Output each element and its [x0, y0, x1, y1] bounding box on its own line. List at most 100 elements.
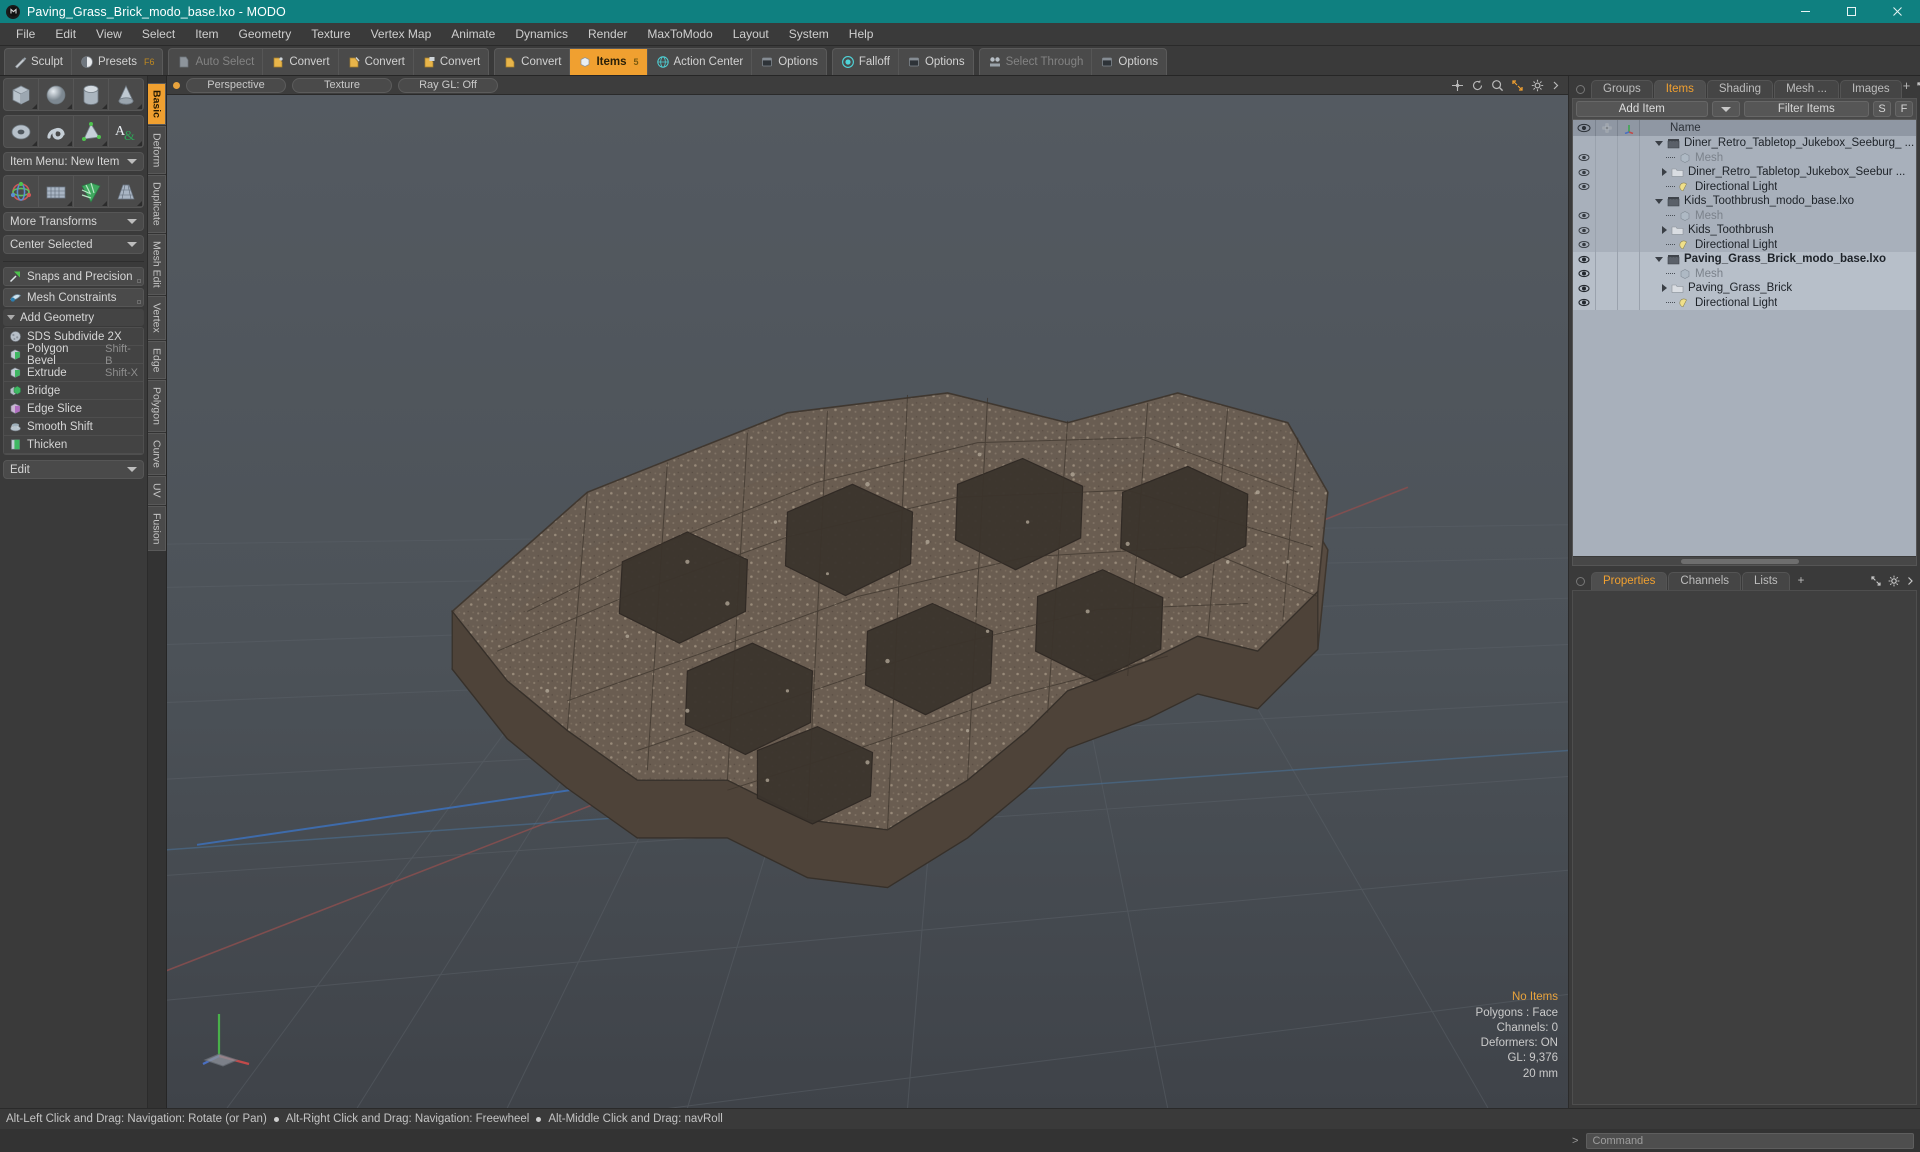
menu-item-texture[interactable]: Texture: [301, 24, 360, 44]
row-axis-toggle[interactable]: [1618, 281, 1640, 296]
vtab-deform[interactable]: Deform: [148, 126, 166, 175]
add-geometry-section-header[interactable]: Add Geometry: [3, 309, 144, 326]
table-row[interactable]: Paving_Grass_Brick: [1573, 281, 1916, 296]
tool-smooth-shift[interactable]: Smooth Shift: [4, 418, 143, 436]
row-visibility-toggle[interactable]: [1573, 208, 1596, 223]
add-item-button[interactable]: Add Item: [1576, 101, 1708, 117]
toolbar-options-button-1[interactable]: Options: [752, 49, 826, 75]
snaps-and-precision-button[interactable]: Snaps and Precision: [3, 267, 144, 286]
toolbar-presets-button[interactable]: Presets F6: [72, 49, 163, 75]
add-item-dropdown-button[interactable]: [1711, 101, 1740, 117]
menu-item-maxtomodo[interactable]: MaxToModo: [637, 24, 722, 44]
row-lock-toggle[interactable]: [1596, 194, 1618, 209]
row-visibility-toggle[interactable]: [1573, 136, 1596, 151]
vtab-mesh-edit[interactable]: Mesh Edit: [148, 234, 166, 295]
row-lock-toggle[interactable]: [1596, 252, 1618, 267]
primitive-cone-button[interactable]: [109, 79, 143, 110]
menu-item-geometry[interactable]: Geometry: [229, 24, 302, 44]
viewport-raygl-button[interactable]: Ray GL: Off: [398, 77, 498, 93]
row-visibility-toggle[interactable]: [1573, 179, 1596, 194]
gear-icon[interactable]: [1888, 575, 1900, 587]
row-visibility-toggle[interactable]: [1573, 252, 1596, 267]
center-selected-dropdown[interactable]: Center Selected: [3, 235, 144, 254]
toolbar-auto-select-button[interactable]: Auto Select: [169, 49, 264, 75]
vtab-vertex[interactable]: Vertex: [148, 295, 166, 340]
table-row[interactable]: Mesh: [1573, 266, 1916, 281]
move-view-icon[interactable]: [1451, 79, 1464, 92]
tree-column-axis[interactable]: [1618, 120, 1640, 136]
more-transforms-dropdown[interactable]: More Transforms: [3, 212, 144, 231]
scrollbar-thumb[interactable]: [1681, 559, 1799, 564]
tool-edge-slice[interactable]: Edge Slice: [4, 400, 143, 418]
menu-item-system[interactable]: System: [779, 24, 839, 44]
tool-bridge[interactable]: Bridge: [4, 382, 143, 400]
filter-f-button[interactable]: F: [1895, 101, 1913, 117]
menu-item-edit[interactable]: Edit: [45, 24, 86, 44]
row-axis-toggle[interactable]: [1618, 223, 1640, 238]
add-tab-button[interactable]: +: [1903, 79, 1911, 95]
tab-channels[interactable]: Channels: [1668, 572, 1742, 590]
tool-thicken[interactable]: Thicken: [4, 436, 143, 454]
expand-toggle-icon[interactable]: [1655, 256, 1663, 262]
table-row[interactable]: Kids_Toothbrush: [1573, 223, 1916, 238]
row-lock-toggle[interactable]: [1596, 150, 1618, 165]
taper-grid-button[interactable]: [109, 176, 143, 207]
filter-items-input[interactable]: Filter Items: [1743, 101, 1869, 117]
fullscreen-icon[interactable]: [1870, 575, 1882, 587]
row-axis-toggle[interactable]: [1618, 266, 1640, 281]
primitive-text-button[interactable]: A &: [109, 116, 143, 147]
toolbar-convert-material-button[interactable]: Convert: [495, 49, 571, 75]
toolbar-falloff-button[interactable]: Falloff: [833, 49, 899, 75]
menu-item-select[interactable]: Select: [132, 24, 185, 44]
expand-toggle-icon[interactable]: [1662, 284, 1667, 293]
table-row[interactable]: Kids_Toothbrush_modo_base.lxo: [1573, 194, 1916, 209]
menu-item-help[interactable]: Help: [839, 24, 884, 44]
menu-item-dynamics[interactable]: Dynamics: [505, 24, 578, 44]
tab-mesh[interactable]: Mesh ...: [1774, 80, 1839, 98]
row-visibility-toggle[interactable]: [1573, 150, 1596, 165]
3d-viewport[interactable]: No Items Polygons : Face Channels: 0 Def…: [167, 95, 1568, 1108]
expand-toggle-icon[interactable]: [1662, 168, 1667, 177]
primitive-triangle-mesh-button[interactable]: [74, 116, 109, 147]
row-axis-toggle[interactable]: [1618, 194, 1640, 209]
minimize-button[interactable]: [1782, 0, 1828, 23]
checker-grid-button[interactable]: [74, 176, 109, 207]
toolbar-convert-polygon-button[interactable]: Convert: [414, 49, 488, 75]
row-axis-toggle[interactable]: [1618, 252, 1640, 267]
expand-toggle-icon[interactable]: [1655, 198, 1663, 204]
fullscreen-icon[interactable]: [1916, 81, 1920, 93]
expand-toggle-icon[interactable]: [1655, 140, 1663, 146]
tab-groups[interactable]: Groups: [1591, 80, 1653, 98]
tab-properties[interactable]: Properties: [1591, 572, 1668, 590]
menu-item-view[interactable]: View: [86, 24, 132, 44]
row-visibility-toggle[interactable]: [1573, 266, 1596, 281]
table-row[interactable]: Diner_Retro_Tabletop_Jukebox_Seebur ...: [1573, 165, 1916, 180]
snaps-options-handle[interactable]: [137, 279, 141, 283]
row-axis-toggle[interactable]: [1618, 237, 1640, 252]
row-lock-toggle[interactable]: [1596, 266, 1618, 281]
toolbar-options-button-2[interactable]: Options: [899, 49, 973, 75]
row-lock-toggle[interactable]: [1596, 179, 1618, 194]
filter-s-button[interactable]: S: [1873, 101, 1891, 117]
row-visibility-toggle[interactable]: [1573, 223, 1596, 238]
maximize-button[interactable]: [1828, 0, 1874, 23]
primitive-cube-button[interactable]: [4, 79, 39, 110]
tool-polygon-bevel[interactable]: Polygon Bevel Shift-B: [4, 343, 143, 367]
tool-extrude[interactable]: Extrude Shift-X: [4, 364, 143, 382]
table-row[interactable]: Directional Light: [1573, 295, 1916, 310]
table-row[interactable]: Diner_Retro_Tabletop_Jukebox_Seeburg_ ..…: [1573, 136, 1916, 151]
table-row[interactable]: Mesh: [1573, 208, 1916, 223]
menu-item-animate[interactable]: Animate: [441, 24, 505, 44]
tree-column-visibility[interactable]: [1573, 120, 1596, 136]
vtab-duplicate[interactable]: Duplicate: [148, 175, 166, 234]
row-lock-toggle[interactable]: [1596, 237, 1618, 252]
row-visibility-toggle[interactable]: [1573, 281, 1596, 296]
item-menu-dropdown[interactable]: Item Menu: New Item: [3, 152, 144, 171]
vtab-curve[interactable]: Curve: [148, 433, 166, 476]
tab-lists[interactable]: Lists: [1742, 572, 1790, 590]
toolbar-select-through-button[interactable]: Select Through: [980, 49, 1093, 75]
chevron-right-icon[interactable]: [1906, 575, 1914, 587]
tab-items[interactable]: Items: [1653, 80, 1706, 98]
properties-menu-dot-icon[interactable]: [1576, 577, 1585, 586]
bend-grid-button[interactable]: [39, 176, 74, 207]
